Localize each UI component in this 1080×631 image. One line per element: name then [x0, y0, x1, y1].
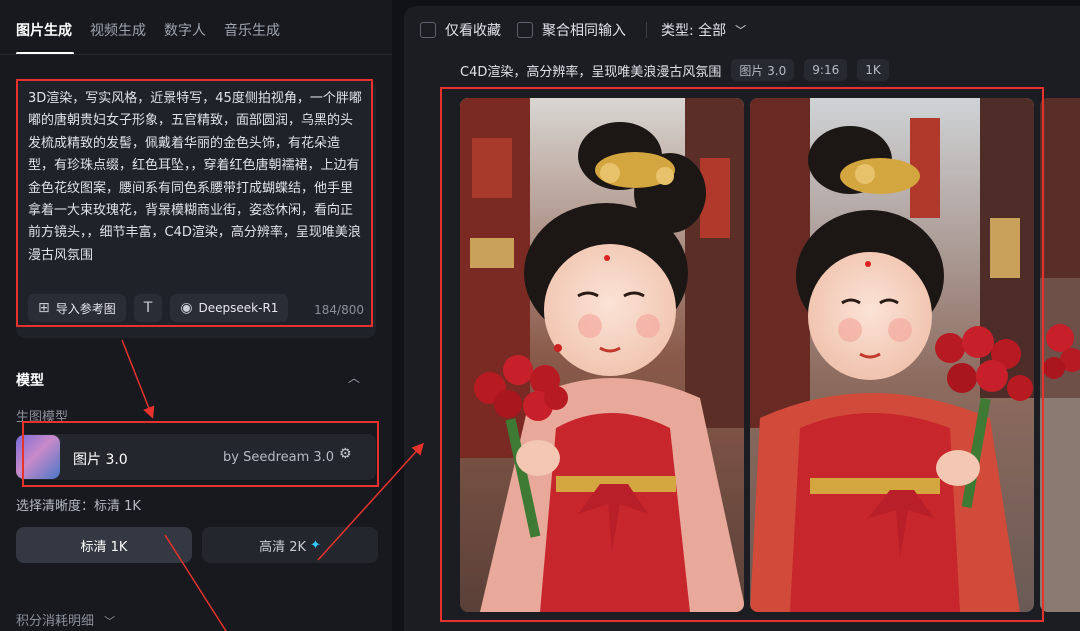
merge-checkbox[interactable]: [517, 22, 533, 38]
tab-image-generation[interactable]: 图片生成: [16, 20, 72, 40]
chevron-up-icon[interactable]: ︿: [348, 369, 360, 386]
resolution-2k-button[interactable]: 高清 2K ✦: [202, 527, 378, 563]
type-dropdown[interactable]: 类型: 全部 ﹀: [661, 20, 746, 40]
result-tag-resolution: 1K: [857, 59, 889, 81]
tang-lady-illustration-3: [1040, 98, 1080, 612]
tab-music-generation[interactable]: 音乐生成: [224, 20, 280, 40]
annotation-box-model: [22, 421, 379, 487]
merge-filter[interactable]: 聚合相同输入: [517, 20, 626, 40]
tab-divider: [0, 54, 392, 55]
favorites-label: 仅看收藏: [445, 23, 501, 39]
filter-divider: [646, 22, 647, 38]
result-prompt-summary: C4D渲染，高分辨率，呈现唯美浪漫古风氛围: [460, 64, 722, 80]
result-tag-model: 图片 3.0: [731, 59, 795, 81]
filter-bar: 仅看收藏 聚合相同输入 类型: 全部 ﹀: [420, 20, 752, 40]
result-image-3[interactable]: [1040, 98, 1080, 612]
resolution-1k-button[interactable]: 标清 1K: [16, 527, 192, 563]
chevron-down-icon: ﹀: [735, 24, 747, 37]
sparkle-icon: ✦: [310, 537, 321, 553]
result-tag-ratio: 9:16: [804, 59, 848, 81]
favorites-checkbox[interactable]: [420, 22, 436, 38]
tab-digital-human[interactable]: 数字人: [164, 20, 206, 40]
resolution-2k-label: 高清 2K: [259, 539, 307, 555]
annotation-box-prompt: [16, 79, 373, 327]
credits-detail[interactable]: 积分消耗明细 ﹀: [16, 610, 115, 629]
model-section-title: 模型: [16, 373, 44, 389]
resolution-1k-label: 标清 1K: [80, 539, 128, 555]
tab-video-generation[interactable]: 视频生成: [90, 20, 146, 40]
resolution-label: 选择清晰度：标清 1K: [16, 499, 141, 514]
type-label: 类型: 全部: [661, 23, 727, 39]
favorites-filter[interactable]: 仅看收藏: [420, 20, 501, 40]
merge-label: 聚合相同输入: [542, 23, 626, 39]
credits-label: 积分消耗明细: [16, 614, 95, 629]
annotation-box-images: [440, 87, 1044, 622]
result-meta: C4D渲染，高分辨率，呈现唯美浪漫古风氛围 图片 3.0 9:16 1K: [460, 59, 889, 81]
generation-tabs: 图片生成 视频生成 数字人 音乐生成: [16, 20, 280, 40]
chevron-down-icon: ﹀: [104, 615, 116, 628]
